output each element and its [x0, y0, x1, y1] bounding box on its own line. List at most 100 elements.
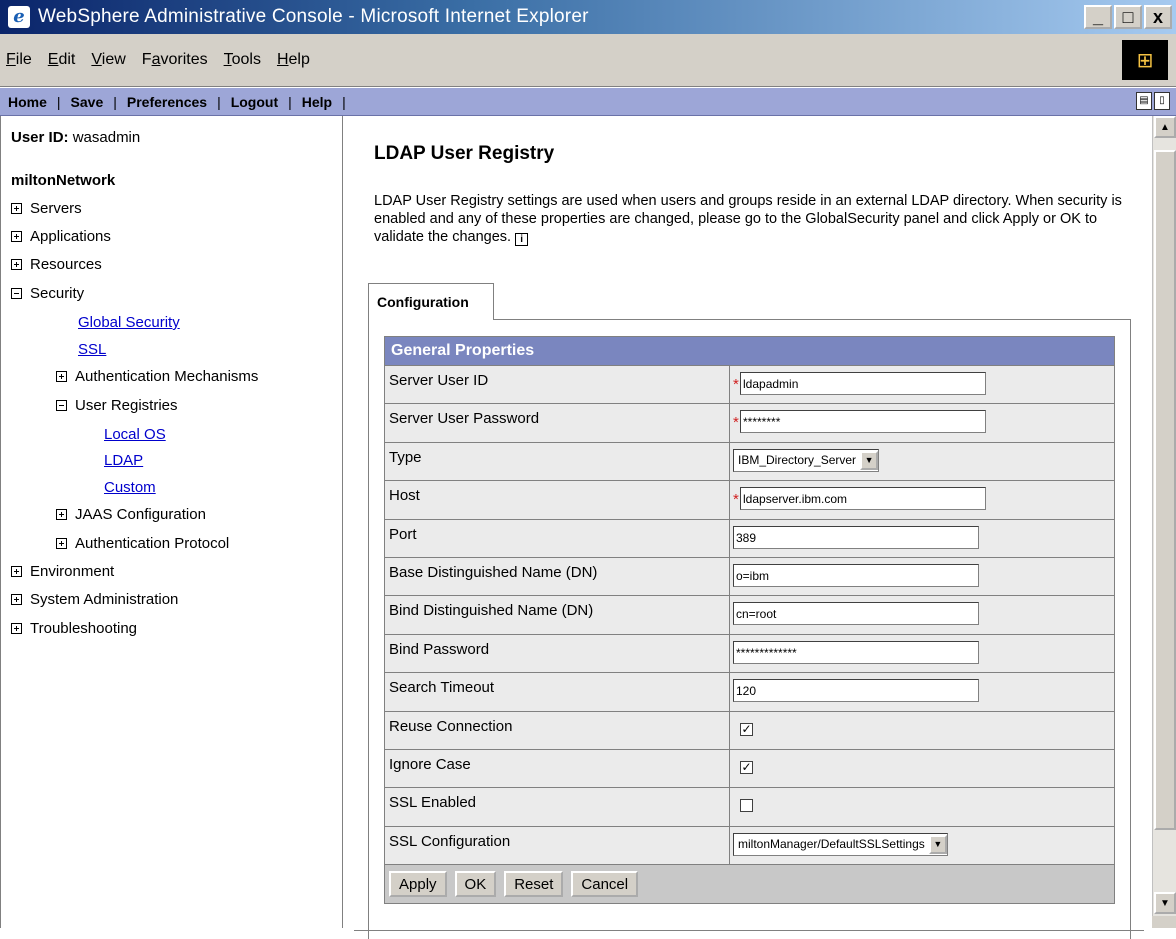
tree-link-ldap[interactable]: LDAP [104, 452, 143, 469]
user-id-row: User ID: wasadmin [11, 129, 140, 146]
reuse-connection-checkbox[interactable]: ✓ [740, 722, 753, 736]
field-label: Bind Password [385, 634, 730, 673]
tree-item-security[interactable]: Security [11, 285, 84, 302]
form-row-base-dn: Base Distinguished Name (DN) o=ibm [385, 557, 1114, 597]
ok-button[interactable]: OK [454, 871, 497, 898]
scrollbar-thumb[interactable] [1154, 150, 1176, 830]
cancel-button[interactable]: Cancel [571, 871, 639, 898]
close-button[interactable]: x [1144, 5, 1172, 29]
form-row-port: Port 389 [385, 519, 1114, 558]
reset-button[interactable]: Reset [504, 871, 564, 898]
scroll-down-icon[interactable]: ▼ [1154, 892, 1176, 914]
page-title: LDAP User Registry [374, 143, 555, 164]
field-label: Port [385, 519, 730, 557]
nav-home-link[interactable]: Home [0, 94, 57, 110]
ignore-case-checkbox[interactable]: ✓ [740, 760, 753, 774]
general-properties-form: General Properties Server User ID * ldapa… [384, 336, 1115, 905]
tree-item-system-administration[interactable]: System Administration [11, 591, 178, 608]
tree-link-local-os[interactable]: Local OS [104, 426, 166, 443]
form-row-host: Host * ldapserver.ibm.com [385, 481, 1114, 520]
cell-name: miltonNetwork [11, 172, 116, 189]
field-label: SSL Configuration [385, 826, 730, 865]
menu-favorites[interactable]: Favorites [134, 51, 216, 69]
nav-preferences-link[interactable]: Preferences [117, 94, 217, 110]
port-input[interactable]: 389 [733, 525, 979, 549]
collapse-icon[interactable] [56, 400, 67, 411]
search-timeout-input[interactable]: 120 [733, 679, 979, 703]
ssl-enabled-checkbox[interactable] [740, 799, 753, 813]
nav-help-link[interactable]: Help [292, 94, 342, 110]
expand-icon[interactable] [11, 566, 22, 577]
user-id-value: wasadmin [72, 129, 141, 146]
expand-icon[interactable] [11, 623, 22, 634]
server-user-id-input[interactable]: ldapadmin [740, 372, 986, 395]
base-dn-input[interactable]: o=ibm [733, 563, 979, 587]
field-label: Server User Password [385, 404, 730, 442]
divider [354, 930, 1144, 932]
menu-edit[interactable]: Edit [40, 51, 84, 69]
form-row-type: Type IBM_Directory_Server ▼ [385, 442, 1114, 482]
window-title-bar: e WebSphere Administrative Console - Mic… [0, 0, 1176, 34]
minimize-button[interactable]: _ [1084, 5, 1112, 29]
browser-menu-bar: File Edit View Favorites Tools Help ⊞ [0, 34, 1176, 87]
tree-item-authentication-protocol[interactable]: Authentication Protocol [56, 535, 229, 552]
info-icon[interactable]: i [515, 233, 529, 246]
vertical-scrollbar[interactable]: ▲ ▼ [1152, 116, 1176, 916]
menu-view[interactable]: View [83, 51, 133, 69]
menu-file[interactable]: File [0, 51, 40, 69]
tree-link-global-security[interactable]: Global Security [78, 314, 180, 331]
nav-save-link[interactable]: Save [61, 94, 114, 110]
field-label: Bind Distinguished Name (DN) [385, 596, 730, 634]
apply-button[interactable]: Apply [389, 871, 447, 898]
menu-tools[interactable]: Tools [216, 51, 269, 69]
form-row-ignore-case: Ignore Case ✓ [385, 749, 1114, 789]
type-select[interactable]: IBM_Directory_Server ▼ [733, 448, 880, 472]
tree-item-troubleshooting[interactable]: Troubleshooting [11, 620, 137, 637]
bind-password-input[interactable]: ************* [733, 640, 979, 664]
tree-item-servers[interactable]: Servers [11, 200, 82, 217]
ssl-configuration-select[interactable]: miltonManager/DefaultSSLSettings ▼ [733, 832, 948, 856]
expand-icon[interactable] [56, 538, 67, 549]
dropdown-arrow-icon[interactable]: ▼ [928, 834, 947, 854]
tree-item-jaas-configuration[interactable]: JAAS Configuration [56, 506, 206, 523]
tree-link-custom[interactable]: Custom [104, 479, 156, 496]
scroll-up-icon[interactable]: ▲ [1154, 116, 1176, 138]
tab-configuration[interactable]: Configuration [368, 283, 494, 320]
expand-icon[interactable] [11, 259, 22, 270]
form-button-row: Apply OK Reset Cancel [385, 865, 1114, 904]
tree-item-authentication-mechanisms[interactable]: Authentication Mechanisms [56, 368, 258, 385]
tree-item-resources[interactable]: Resources [11, 256, 102, 273]
expand-icon[interactable] [11, 594, 22, 605]
form-row-bind-dn: Bind Distinguished Name (DN) cn=root [385, 596, 1114, 635]
nav-logout-link[interactable]: Logout [221, 94, 288, 110]
expand-icon[interactable] [56, 371, 67, 382]
field-label: Base Distinguished Name (DN) [385, 557, 730, 596]
expand-icon[interactable] [11, 231, 22, 242]
windows-logo-icon: ⊞ [1122, 40, 1168, 80]
required-marker: * [733, 376, 739, 393]
form-row-bind-password: Bind Password ************* [385, 634, 1114, 674]
field-label: Reuse Connection [385, 711, 730, 749]
host-input[interactable]: ldapserver.ibm.com [740, 487, 986, 511]
menu-help[interactable]: Help [269, 51, 318, 69]
page-view-icon[interactable]: ▤ [1136, 92, 1152, 110]
tree-link-ssl[interactable]: SSL [78, 341, 106, 358]
dropdown-arrow-icon[interactable]: ▼ [860, 450, 879, 470]
tree-item-user-registries[interactable]: User Registries [56, 397, 178, 414]
expand-icon[interactable] [11, 203, 22, 214]
server-user-password-input[interactable]: ******** [740, 410, 986, 434]
collapse-icon[interactable] [11, 288, 22, 299]
window-corner [1152, 916, 1176, 928]
bind-dn-input[interactable]: cn=root [733, 602, 979, 626]
tree-item-applications[interactable]: Applications [11, 228, 111, 245]
field-label: Server User ID [385, 366, 730, 404]
field-label: Ignore Case [385, 749, 730, 788]
window-title: WebSphere Administrative Console - Micro… [38, 6, 589, 27]
tree-item-environment[interactable]: Environment [11, 563, 114, 580]
form-row-ssl-configuration: SSL Configuration miltonManager/DefaultS… [385, 826, 1114, 866]
maximize-button[interactable]: □ [1114, 5, 1142, 29]
page-icon[interactable]: ▯ [1154, 92, 1170, 110]
internet-explorer-icon: e [8, 6, 30, 28]
expand-icon[interactable] [56, 509, 67, 520]
form-row-server-user-password: Server User Password * ******** [385, 404, 1114, 443]
